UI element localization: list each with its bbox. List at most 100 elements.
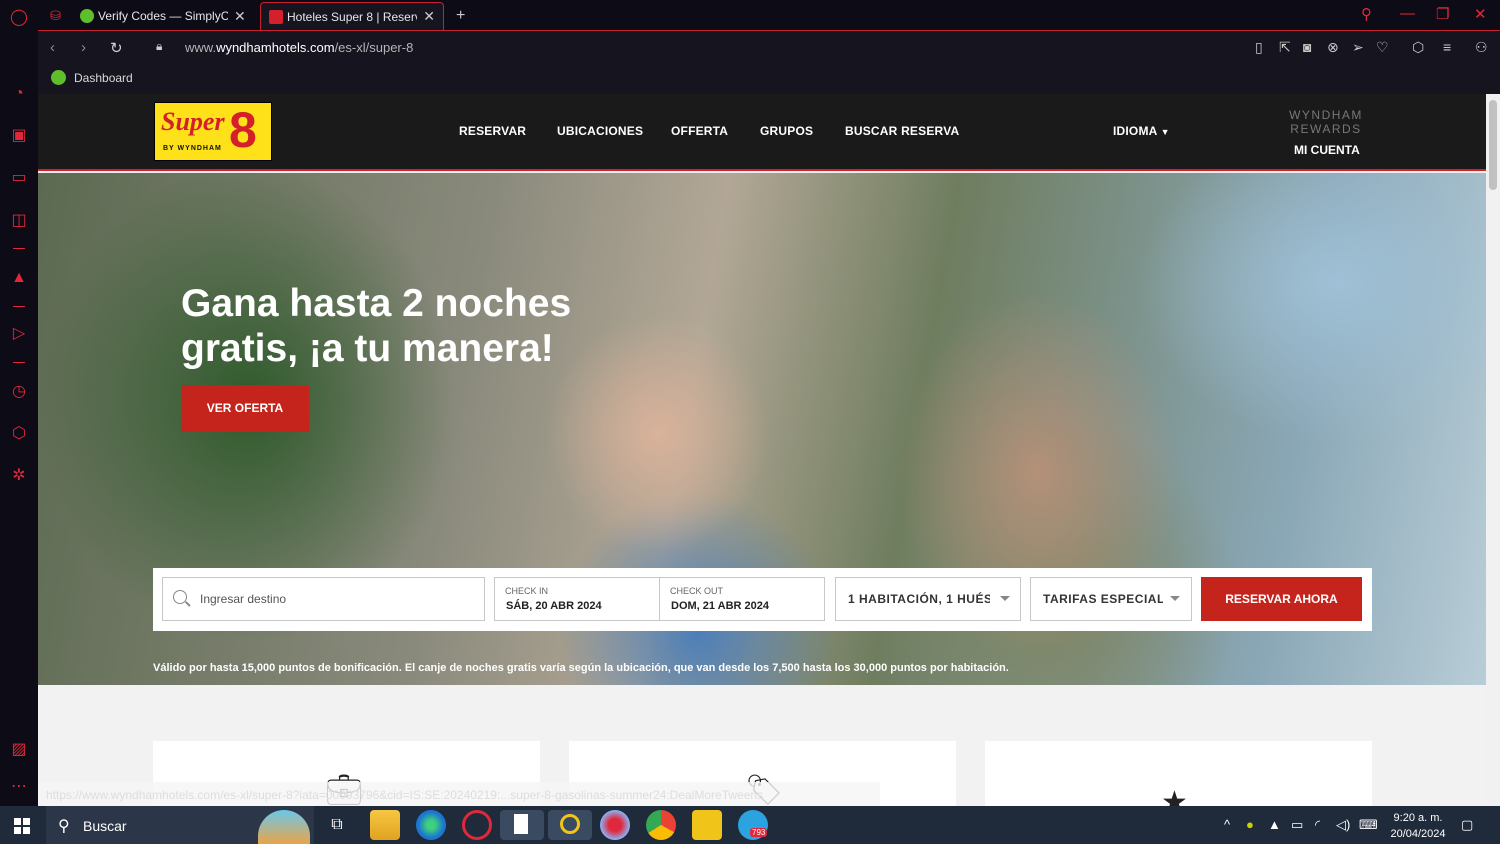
tab-super8[interactable]: Hoteles Super 8 | Reservar h ✕ [260, 2, 444, 30]
booking-widget: Ingresar destino CHECK IN SÁB, 20 ABR 20… [153, 568, 1372, 631]
volume-icon[interactable]: ◁) [1336, 817, 1350, 833]
twitch-icon[interactable]: ▭ [9, 168, 29, 188]
app-icon[interactable] [600, 810, 630, 840]
address-bar: ‹ › ↻ 🔒︎ www.wyndhamhotels.com/es-xl/sup… [38, 30, 1500, 64]
favorites-heart-icon[interactable]: ♡ [1376, 39, 1389, 56]
telegram-icon[interactable]: 793 [738, 810, 768, 840]
new-tab-button[interactable]: + [448, 2, 473, 30]
menu-buscar-reserva[interactable]: BUSCAR RESERVA [845, 124, 959, 138]
notifications-icon[interactable]: ▢ [1461, 817, 1473, 833]
taskbar-search[interactable]: ⚲ Buscar [46, 806, 314, 844]
rewards-line2: REWARDS [1290, 122, 1362, 136]
chevron-down-icon [1170, 596, 1180, 601]
close-tab-icon[interactable]: ✕ [234, 8, 246, 25]
page-scrollbar[interactable] [1486, 94, 1500, 806]
workspace-icon[interactable]: ⛁ [42, 2, 69, 30]
menu-grupos[interactable]: GRUPOS [760, 124, 813, 138]
destination-input[interactable]: Ingresar destino [162, 577, 485, 621]
send-icon[interactable]: ➢ [1352, 39, 1364, 56]
edge-icon[interactable] [416, 810, 446, 840]
search-icon [173, 590, 187, 604]
close-tab-icon[interactable]: ✕ [423, 8, 435, 25]
player-icon[interactable]: ▷ [9, 324, 29, 344]
star-icon: ★ [1161, 786, 1188, 806]
restore-icon[interactable]: ❐ [1436, 5, 1449, 23]
status-bar-url: https://www.wyndhamhotels.com/es-xl/supe… [38, 782, 880, 806]
extensions-icon[interactable]: ⬡ [9, 424, 29, 444]
adblock-icon[interactable]: ⊗ [1327, 39, 1339, 56]
super8-logo[interactable]: Super 8 BY WYNDHAM [154, 102, 272, 161]
tray-app-icon[interactable]: ● [1246, 817, 1254, 832]
reader-icon[interactable]: ▯ [1255, 39, 1263, 56]
ver-oferta-button[interactable]: VER OFERTA [181, 385, 309, 432]
menu-ubicaciones[interactable]: UBICACIONES [557, 124, 643, 138]
search-tabs-icon[interactable]: ⚲ [1361, 5, 1372, 23]
my-account-link[interactable]: MI CUENTA [1294, 143, 1360, 157]
checkout-field[interactable]: CHECK OUT DOM, 21 ABR 2024 [659, 577, 825, 621]
aria-icon[interactable]: ▲ [9, 268, 29, 288]
opera-gx-icon[interactable] [548, 810, 592, 840]
shopping-icon[interactable]: ▣ [9, 126, 29, 146]
bookmark-dashboard[interactable]: Dashboard [51, 70, 133, 85]
scrollbar-thumb[interactable] [1489, 100, 1497, 190]
search-icon: ⚲ [58, 818, 70, 835]
tab-verify-codes[interactable]: Verify Codes — SimplyCodes ✕ [72, 2, 254, 30]
share-icon[interactable]: ⇱ [1279, 39, 1291, 56]
back-icon[interactable]: ‹ [50, 39, 55, 56]
wifi-icon[interactable]: ◜ [1315, 817, 1320, 833]
history-icon[interactable]: ◷ [9, 382, 29, 402]
rewards-line1: WYNDHAM [1289, 108, 1363, 122]
bookmark-label: Dashboard [74, 70, 133, 85]
taskbar-clock[interactable]: 9:20 a. m. 20/04/2024 [1385, 810, 1451, 842]
feature-card[interactable]: ★ [985, 741, 1372, 806]
opera-logo-icon[interactable]: ◯ [9, 8, 29, 28]
game-icon[interactable] [692, 810, 722, 840]
tab-bar: ⛁ Verify Codes — SimplyCodes ✕ Hoteles S… [38, 0, 1500, 30]
windows-start-icon[interactable] [14, 818, 30, 834]
close-window-icon[interactable]: ✕ [1474, 5, 1487, 23]
language-label: IDIOMA [1113, 124, 1158, 138]
speed-dial-icon[interactable]: ◔ [9, 84, 29, 104]
url-field[interactable]: www.wyndhamhotels.com/es-xl/super-8 [185, 40, 413, 55]
bookmarks-bar: Dashboard [38, 64, 1500, 94]
opera-taskbar-icon[interactable] [462, 810, 492, 840]
notepad-icon[interactable] [500, 810, 544, 840]
tray-app-icon[interactable]: ▲ [1268, 817, 1281, 832]
sidebar-divider [13, 248, 25, 249]
more-icon[interactable]: ⋯ [9, 777, 29, 797]
reservar-ahora-button[interactable]: RESERVAR AHORA [1201, 577, 1362, 621]
chrome-icon[interactable] [646, 810, 676, 840]
url-path: /es-xl/super-8 [334, 40, 414, 55]
menu-oferta[interactable]: OFFERTA [671, 124, 728, 138]
battery-icon[interactable]: ▭ [1291, 817, 1303, 833]
reload-icon[interactable]: ↻ [110, 39, 123, 57]
profile-icon[interactable]: ⚇ [1475, 39, 1488, 56]
language-menu[interactable]: IDIOMA ▼ [1113, 124, 1170, 138]
site-header: Super 8 BY WYNDHAM RESERVAR UBICACIONES … [38, 94, 1486, 171]
instagram-icon[interactable]: ◫ [9, 211, 29, 231]
file-explorer-icon[interactable] [370, 810, 400, 840]
special-rates-select[interactable]: TARIFAS ESPECIALES [1030, 577, 1192, 621]
keyboard-icon[interactable]: ⌨ [1359, 817, 1378, 833]
minimize-icon[interactable]: — [1400, 5, 1415, 22]
chevron-up-icon[interactable]: ^ [1224, 817, 1230, 832]
tab-title: Hoteles Super 8 | Reservar h [287, 9, 417, 24]
hero-banner: Gana hasta 2 noches gratis, ¡a tu manera… [38, 173, 1486, 685]
extensions-cube-icon[interactable]: ⬡ [1412, 39, 1424, 56]
rooms-guests-value: 1 HABITACIÓN, 1 HUÉSPED [848, 592, 990, 606]
easy-setup-icon[interactable]: ≡ [1443, 39, 1451, 55]
hero-title: Gana hasta 2 noches gratis, ¡a tu manera… [181, 281, 641, 371]
opera-sidebar: ◯ ◔ ▣ ▭ ◫ ▲ ▷ ◷ ⬡ ✲ ▨ ⋯ [0, 0, 38, 806]
menu-reservar[interactable]: RESERVAR [459, 124, 526, 138]
wyndham-rewards-logo[interactable]: WYNDHAM REWARDS [1281, 108, 1371, 136]
rooms-guests-select[interactable]: 1 HABITACIÓN, 1 HUÉSPED [835, 577, 1021, 621]
snapshot-icon[interactable]: ◙ [1303, 39, 1311, 55]
task-view-icon[interactable]: ⧉ [322, 810, 352, 840]
chevron-down-icon [1000, 596, 1010, 601]
checkin-field[interactable]: CHECK IN SÁB, 20 ABR 2024 [494, 577, 660, 621]
clock-time: 9:20 a. m. [1393, 812, 1443, 824]
gallery-icon[interactable]: ▨ [9, 740, 29, 760]
forward-icon[interactable]: › [81, 39, 86, 56]
dashboard-favicon-icon [51, 70, 66, 85]
settings-icon[interactable]: ✲ [9, 466, 29, 486]
